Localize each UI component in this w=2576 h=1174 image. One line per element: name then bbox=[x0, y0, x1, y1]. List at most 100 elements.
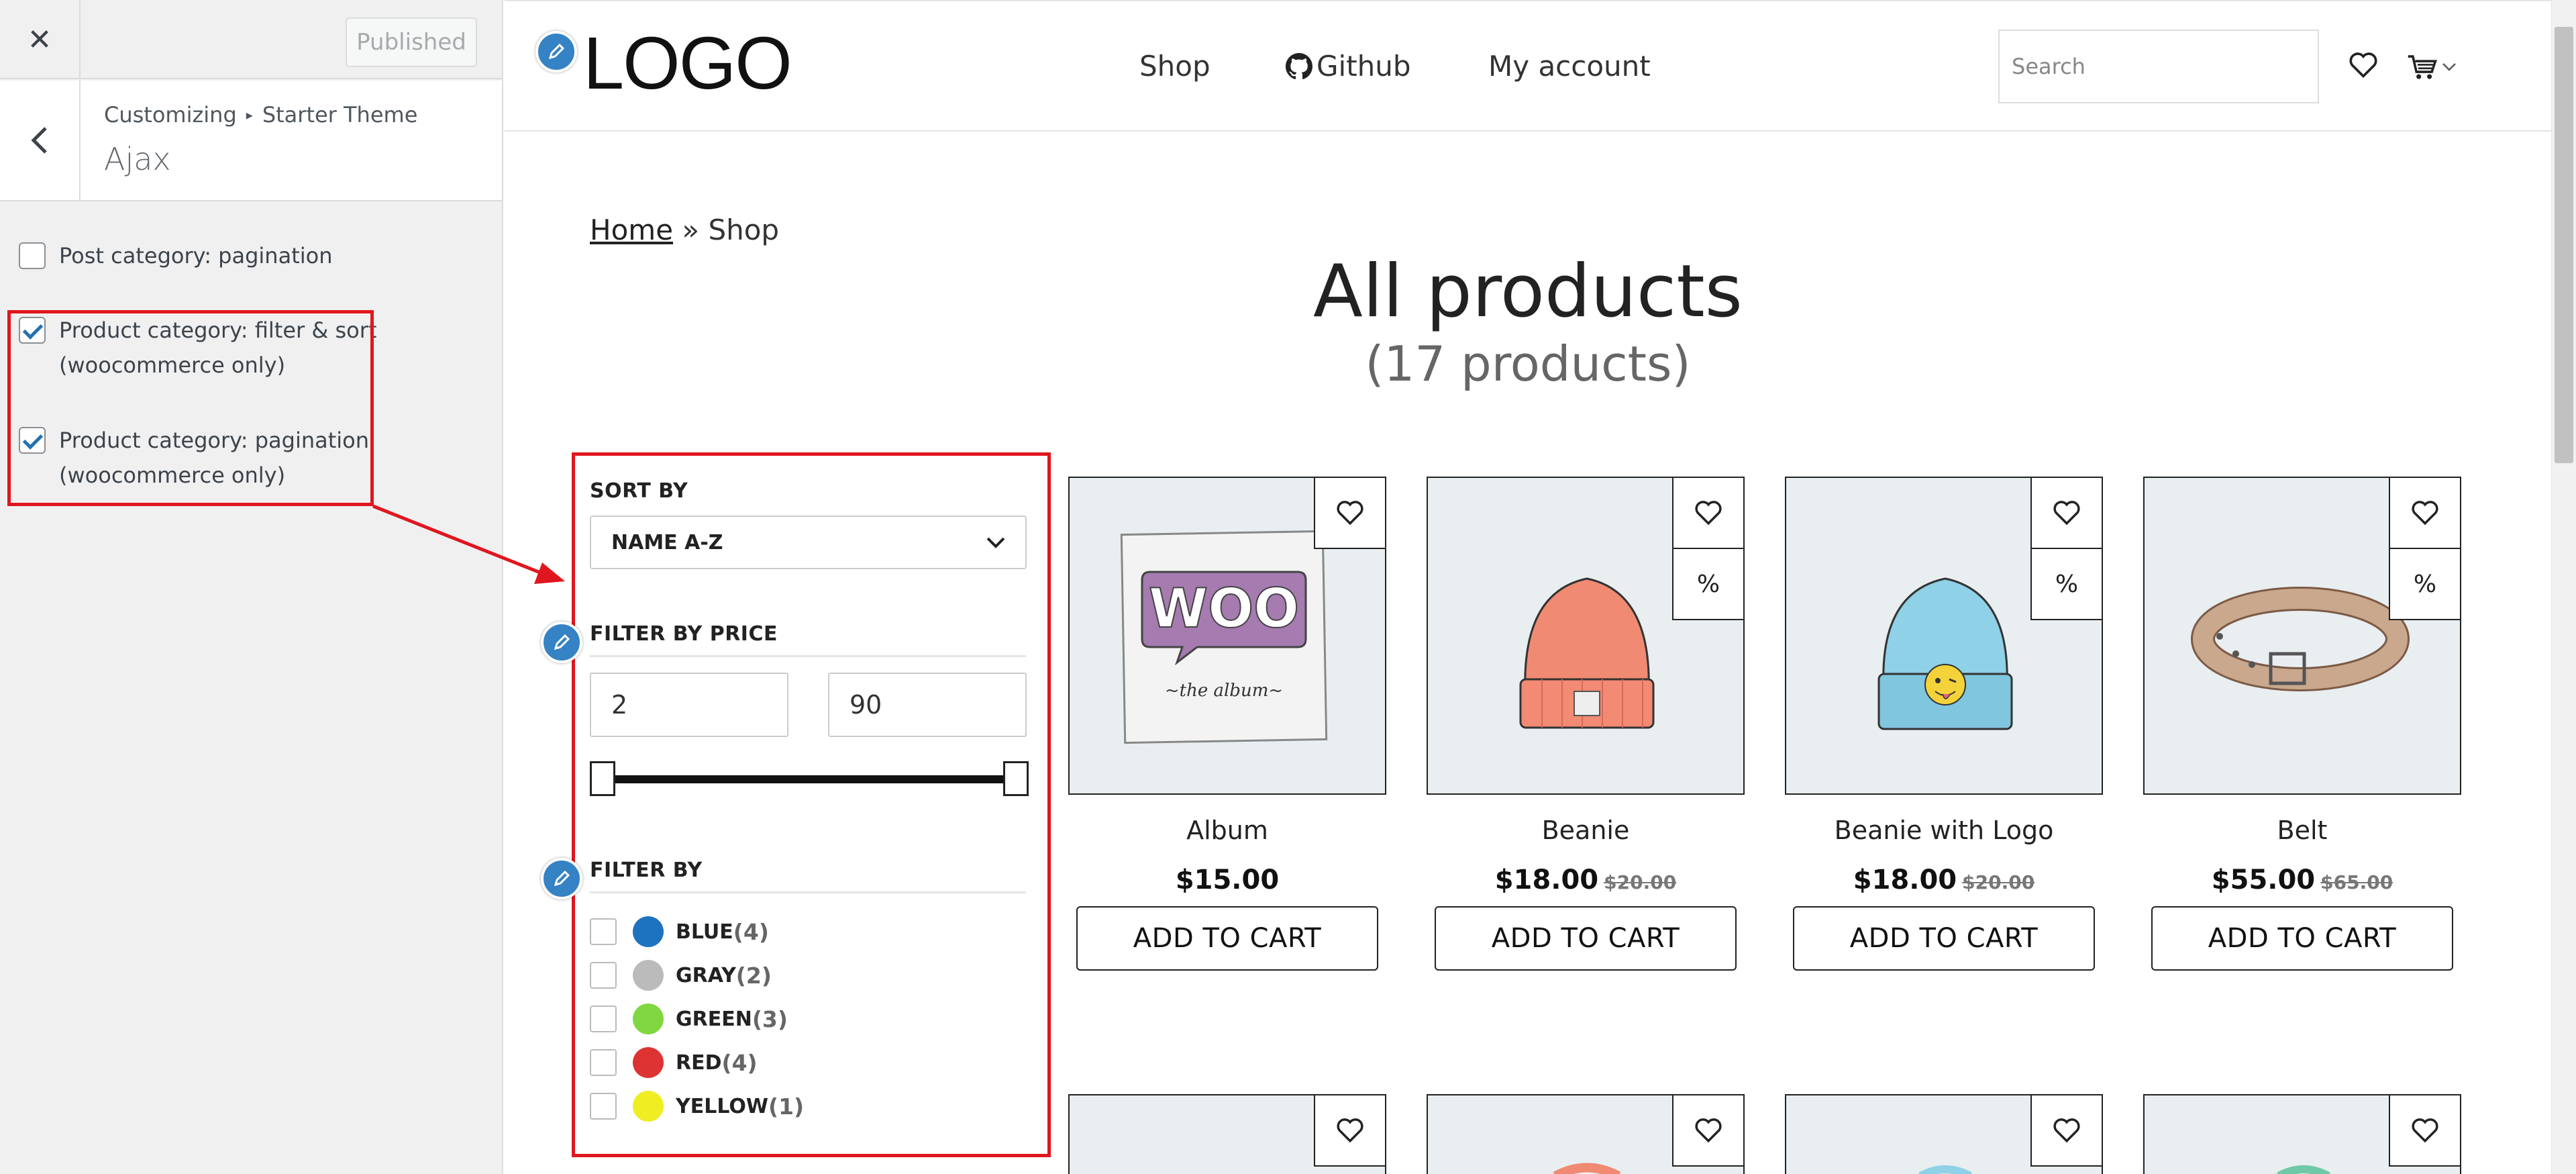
chevron-down-icon bbox=[2442, 63, 2456, 71]
breadcrumb-separator: » bbox=[673, 213, 709, 246]
add-to-cart-button[interactable]: ADD TO CART bbox=[1435, 906, 1737, 971]
color-filter-item[interactable]: RED (4) bbox=[590, 1045, 758, 1080]
filter-by-price-heading: FILTER BY PRICE bbox=[590, 622, 778, 646]
scrollbar[interactable] bbox=[2551, 0, 2576, 1174]
sort-selected-value: NAME A-Z bbox=[611, 530, 723, 554]
sale-badge: % bbox=[1672, 549, 1743, 620]
product-image[interactable] bbox=[1427, 1094, 1745, 1174]
section-title: Ajax bbox=[104, 141, 171, 177]
price-max-input[interactable]: 90 bbox=[828, 673, 1027, 737]
product-card bbox=[1785, 1094, 2103, 1174]
breadcrumb-root: Customizing bbox=[104, 102, 237, 128]
old-price: $20.00 bbox=[1962, 871, 2035, 893]
color-filter-item[interactable]: BLUE (4) bbox=[590, 914, 769, 949]
customizer-sidebar: ✕ Published Customizing ▸ Starter Theme … bbox=[0, 0, 503, 1174]
color-filter-item[interactable]: YELLOW (1) bbox=[590, 1089, 804, 1124]
site-logo[interactable]: LOGO bbox=[583, 27, 792, 101]
breadcrumb-theme: Starter Theme bbox=[262, 102, 418, 128]
scrollbar-thumb[interactable] bbox=[2555, 27, 2573, 463]
product-card bbox=[1068, 1094, 1386, 1174]
color-count: (3) bbox=[752, 1006, 788, 1032]
product-card bbox=[1427, 1094, 1745, 1174]
color-swatch bbox=[633, 1091, 664, 1122]
cart-menu[interactable] bbox=[2407, 54, 2457, 81]
chevron-down-icon bbox=[986, 537, 1005, 548]
edit-filter-pencil-icon[interactable] bbox=[541, 622, 582, 663]
edit-logo-pencil-icon[interactable] bbox=[535, 31, 577, 72]
divider bbox=[590, 655, 1026, 657]
color-checkbox[interactable] bbox=[590, 918, 617, 945]
wishlist-heart-icon[interactable] bbox=[2389, 478, 2460, 549]
product-image[interactable]: WOO ~the album~ bbox=[1068, 477, 1386, 795]
old-price: $65.00 bbox=[2320, 871, 2393, 893]
add-to-cart-button[interactable]: ADD TO CART bbox=[1793, 906, 2095, 971]
wishlist-heart-icon[interactable] bbox=[1314, 478, 1385, 549]
option-post-pagination[interactable]: Post category: pagination bbox=[19, 238, 332, 273]
product-image[interactable] bbox=[1068, 1094, 1386, 1174]
product-image[interactable] bbox=[2143, 1094, 2461, 1174]
color-filter-item[interactable]: GREEN (3) bbox=[590, 1001, 788, 1036]
color-checkbox[interactable] bbox=[590, 1049, 617, 1076]
section-header: Customizing ▸ Starter Theme Ajax bbox=[0, 81, 502, 201]
color-name: BLUE bbox=[676, 920, 733, 944]
product-image[interactable]: % bbox=[2143, 477, 2461, 795]
breadcrumb-separator-icon: ▸ bbox=[246, 107, 253, 123]
color-swatch bbox=[633, 916, 664, 947]
nav-shop[interactable]: Shop bbox=[1139, 50, 1210, 83]
product-name[interactable]: Album bbox=[1068, 816, 1386, 845]
shop-breadcrumb: Home » Shop bbox=[590, 213, 779, 246]
sort-select[interactable]: NAME A-Z bbox=[590, 516, 1027, 569]
product-image[interactable]: % bbox=[1427, 477, 1745, 795]
product-name[interactable]: Beanie bbox=[1427, 816, 1745, 845]
add-to-cart-button[interactable]: ADD TO CART bbox=[2151, 906, 2453, 971]
add-to-cart-button[interactable]: ADD TO CART bbox=[1076, 906, 1378, 971]
search-input[interactable]: Search bbox=[1998, 30, 2319, 103]
price-slider-track[interactable] bbox=[603, 775, 1017, 783]
color-filter-item[interactable]: GRAY (2) bbox=[590, 958, 772, 993]
nav-my-account[interactable]: My account bbox=[1488, 50, 1651, 83]
color-checkbox[interactable] bbox=[590, 962, 617, 989]
wishlist-heart-icon[interactable] bbox=[1314, 1095, 1385, 1167]
color-name: GREEN bbox=[676, 1007, 752, 1031]
github-icon bbox=[1286, 52, 1312, 79]
price-slider-min-handle[interactable] bbox=[590, 761, 615, 796]
post-pagination-checkbox[interactable] bbox=[19, 242, 46, 269]
color-count: (4) bbox=[721, 1049, 758, 1076]
color-swatch bbox=[633, 1047, 664, 1078]
color-checkbox[interactable] bbox=[590, 1093, 617, 1120]
filter-by-heading: FILTER BY bbox=[590, 859, 703, 882]
wishlist-heart-icon[interactable] bbox=[2349, 51, 2378, 82]
nav-github[interactable]: Github bbox=[1286, 50, 1411, 83]
breadcrumb-home-link[interactable]: Home bbox=[590, 213, 673, 246]
color-name: YELLOW bbox=[676, 1094, 768, 1118]
product-image[interactable]: % bbox=[1785, 477, 2103, 795]
wishlist-heart-icon[interactable] bbox=[2389, 1095, 2460, 1167]
customizer-breadcrumb: Customizing ▸ Starter Theme bbox=[104, 102, 417, 128]
wishlist-heart-icon[interactable] bbox=[1672, 1095, 1743, 1167]
wishlist-heart-icon[interactable] bbox=[2030, 1095, 2102, 1167]
wishlist-heart-icon[interactable] bbox=[2030, 478, 2102, 549]
wishlist-heart-icon[interactable] bbox=[1672, 478, 1743, 549]
product-price: $55.00 $65.00 bbox=[2211, 865, 2393, 895]
edit-filter-pencil-icon[interactable] bbox=[541, 858, 582, 899]
product-image[interactable] bbox=[1785, 1094, 2103, 1174]
color-swatch bbox=[633, 960, 664, 991]
color-name: GRAY bbox=[676, 963, 736, 987]
publish-button[interactable]: Published bbox=[346, 17, 477, 67]
product-price: $18.00 $20.00 bbox=[1853, 865, 2035, 895]
product-card bbox=[2143, 1094, 2461, 1174]
product-name[interactable]: Belt bbox=[2143, 816, 2461, 845]
product-price: $18.00 $20.00 bbox=[1494, 865, 1677, 895]
close-customizer-button[interactable]: ✕ bbox=[0, 0, 81, 79]
price-min-input[interactable]: 2 bbox=[590, 673, 788, 737]
divider bbox=[590, 891, 1026, 893]
color-checkbox[interactable] bbox=[590, 1006, 617, 1032]
back-button[interactable] bbox=[0, 81, 81, 200]
breadcrumb-current: Shop bbox=[708, 213, 780, 246]
product-name[interactable]: Beanie with Logo bbox=[1785, 816, 2103, 845]
sale-badge: % bbox=[2389, 549, 2460, 620]
price-slider-max-handle[interactable] bbox=[1003, 761, 1029, 796]
svg-text:WOO: WOO bbox=[1149, 577, 1299, 640]
chevron-left-icon bbox=[31, 127, 47, 154]
site-header: LOGO Shop Github My account Search bbox=[505, 0, 2551, 132]
